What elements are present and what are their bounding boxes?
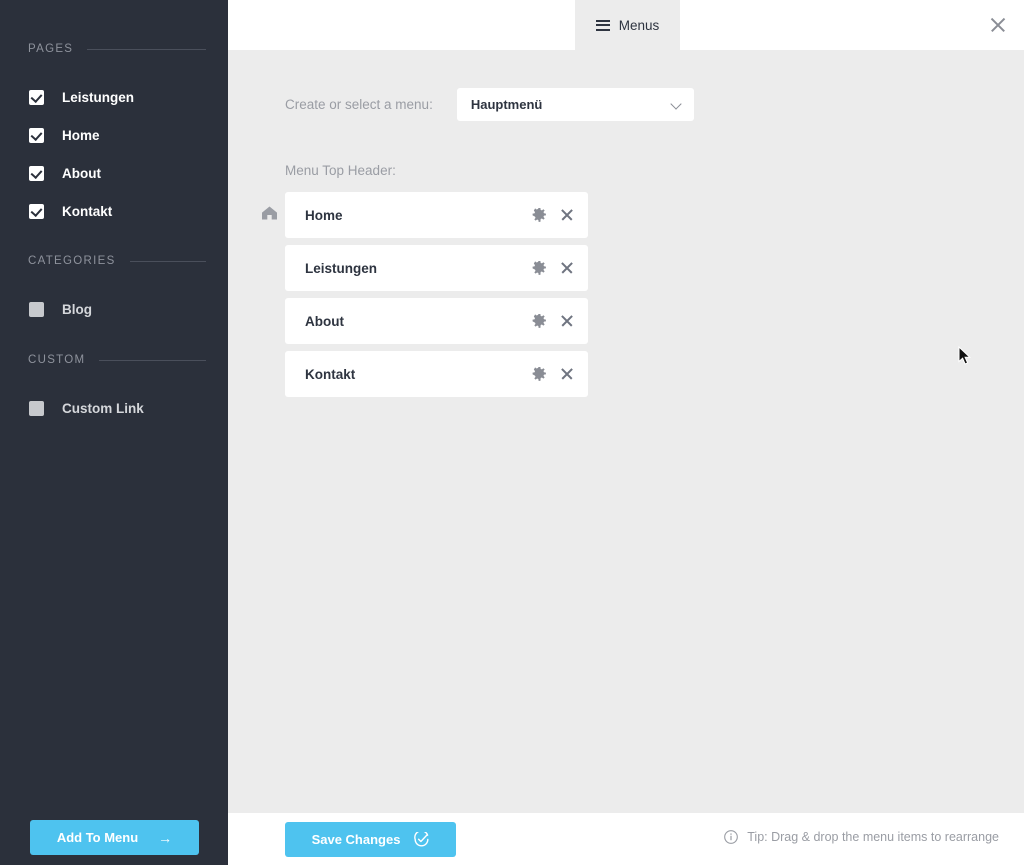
menu-row: Leistungen [228, 245, 1024, 298]
save-changes-button[interactable]: Save Changes [285, 822, 456, 857]
menu-item-card[interactable]: Leistungen [285, 245, 588, 291]
menu-item-card[interactable]: Home [285, 192, 588, 238]
close-icon[interactable] [985, 12, 1011, 38]
menu-builder-app: PAGES Leistungen Home About Kontakt CATE… [0, 0, 1024, 865]
sidebar-item-label: Leistungen [62, 89, 135, 105]
content-area: Create or select a menu: Hauptmenü Menu … [228, 50, 1024, 813]
save-changes-label: Save Changes [311, 832, 401, 847]
menu-item-label: Leistungen [305, 260, 378, 276]
menu-row: About [228, 298, 1024, 351]
add-to-menu-button[interactable]: Add To Menu → [30, 820, 199, 855]
menu-items-list: Home Leistungen About Kontakt [228, 192, 1024, 404]
menu-select-label: Create or select a menu: [285, 97, 433, 112]
checkbox-custom-link[interactable] [29, 400, 44, 416]
sidebar-item-label: Home [62, 127, 100, 143]
topbar: Menus [228, 0, 1024, 50]
menu-item-label: About [305, 313, 344, 329]
remove-item-icon[interactable] [559, 313, 575, 329]
menu-item-label: Kontakt [305, 366, 356, 382]
sidebar-item-leistungen[interactable]: Leistungen [0, 84, 228, 110]
sidebar-section-header-pages: PAGES [0, 40, 228, 58]
remove-item-icon[interactable] [559, 366, 575, 382]
gear-icon[interactable] [532, 313, 547, 329]
sidebar-item-kontakt[interactable]: Kontakt [0, 198, 228, 224]
sidebar-list-custom: Custom Link [0, 395, 228, 421]
checkbox-kontakt[interactable] [29, 203, 44, 219]
chevron-down-icon [670, 98, 682, 110]
tip-area: Tip: Drag & drop the menu items to rearr… [724, 830, 999, 844]
sidebar-list-categories: Blog [0, 296, 228, 322]
arrow-right-icon: → [158, 829, 173, 846]
tip-text: Tip: Drag & drop the menu items to rearr… [747, 830, 999, 844]
footer-bar: Save Changes Tip: Drag & drop the menu i… [228, 813, 1024, 865]
menu-item-card[interactable]: Kontakt [285, 351, 588, 397]
menu-item-actions [532, 192, 575, 238]
sidebar-item-blog[interactable]: Blog [0, 296, 228, 322]
menu-row: Home [228, 192, 1024, 245]
remove-item-icon[interactable] [559, 207, 575, 223]
tab-menus-label: Menus [618, 17, 660, 33]
hamburger-icon [595, 19, 610, 31]
home-icon [261, 206, 278, 220]
menu-select-dropdown[interactable]: Hauptmenü [456, 88, 694, 121]
menu-item-card[interactable]: About [285, 298, 588, 344]
sidebar-section-header-custom: CUSTOM [0, 351, 228, 369]
menu-row: Kontakt [228, 351, 1024, 404]
sidebar-item-label: Custom Link [62, 400, 144, 416]
sidebar: PAGES Leistungen Home About Kontakt CATE… [0, 0, 228, 865]
gear-icon[interactable] [532, 366, 547, 382]
check-circle-icon [414, 832, 429, 847]
sidebar-section-title: PAGES [28, 43, 74, 55]
sidebar-item-label: Kontakt [62, 203, 113, 219]
add-to-menu-label: Add To Menu [56, 830, 139, 845]
sidebar-list-pages: Leistungen Home About Kontakt [0, 84, 228, 224]
menu-select-value: Hauptmenü [470, 97, 543, 112]
checkbox-leistungen[interactable] [29, 89, 44, 105]
mouse-cursor [958, 346, 972, 366]
menu-item-label: Home [305, 207, 343, 223]
menu-select-row: Create or select a menu: Hauptmenü [285, 88, 694, 121]
sidebar-section-header-categories: CATEGORIES [0, 252, 228, 270]
gear-icon[interactable] [532, 207, 547, 223]
section-divider [129, 260, 206, 262]
menu-item-actions [532, 298, 575, 344]
info-icon [724, 830, 739, 844]
checkbox-blog[interactable] [29, 301, 44, 317]
checkbox-about[interactable] [29, 165, 44, 181]
main-panel: Menus Create or select a menu: Hauptmenü… [228, 0, 1024, 865]
section-divider [99, 359, 206, 361]
gear-icon[interactable] [532, 260, 547, 276]
sidebar-item-home[interactable]: Home [0, 122, 228, 148]
tab-menus[interactable]: Menus [575, 0, 680, 50]
sidebar-section-title: CATEGORIES [28, 255, 116, 267]
section-divider [87, 48, 206, 50]
menu-item-actions [532, 245, 575, 291]
sidebar-item-label: About [62, 165, 101, 181]
sidebar-item-custom-link[interactable]: Custom Link [0, 395, 228, 421]
remove-item-icon[interactable] [559, 260, 575, 276]
sidebar-item-about[interactable]: About [0, 160, 228, 186]
checkbox-home[interactable] [29, 127, 44, 143]
menu-item-actions [532, 351, 575, 397]
menu-top-header-label: Menu Top Header: [285, 163, 396, 178]
sidebar-item-label: Blog [62, 301, 92, 317]
sidebar-section-title: CUSTOM [28, 354, 86, 366]
